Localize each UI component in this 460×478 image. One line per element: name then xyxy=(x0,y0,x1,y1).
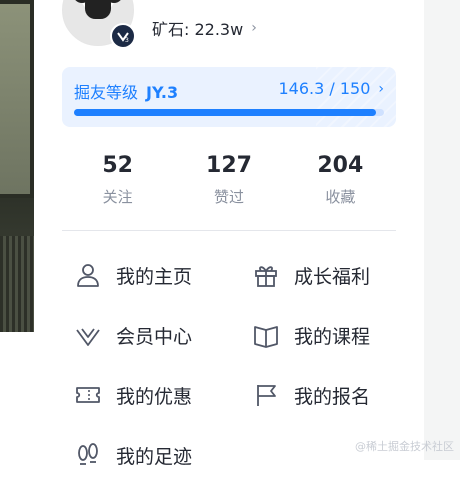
level-panel[interactable]: 掘友等级 JY.3 146.3 / 150 › xyxy=(62,67,396,127)
level-title-label: 掘友等级 xyxy=(74,83,139,102)
menu-item-my-registrations[interactable]: 我的报名 xyxy=(252,372,370,418)
stat-value: 52 xyxy=(102,153,133,178)
coupon-icon xyxy=(76,387,100,403)
page-edge xyxy=(424,0,460,460)
user-icon xyxy=(77,264,99,287)
menu-item-my-footprints[interactable]: 我的足迹 xyxy=(74,432,192,478)
menu-item-growth-benefits[interactable]: 成长福利 xyxy=(252,252,370,298)
level-progress-fill xyxy=(74,109,377,116)
book-icon xyxy=(254,326,278,348)
menu-item-label: 我的优惠 xyxy=(116,385,193,408)
level-progress-bar xyxy=(74,109,384,116)
user-menu-card: 3 矿石: 22.3w › 掘友等级 JY.3 146.3 / 150 › 52 … xyxy=(34,0,424,468)
menu-item-my-coupons[interactable]: 我的优惠 xyxy=(74,372,192,418)
level-score: 146.3 / 150 › xyxy=(278,79,384,98)
vip-icon xyxy=(76,328,100,346)
level-badge-text: 3 xyxy=(125,37,129,43)
background-window xyxy=(0,0,34,198)
gift-icon xyxy=(255,266,277,287)
divider xyxy=(62,230,396,231)
chevron-right-icon: › xyxy=(251,20,257,36)
level-score-value: 146.3 / 150 xyxy=(278,79,371,98)
stats-row: 52 关注 127 赞过 204 收藏 xyxy=(62,152,396,212)
stat-value: 127 xyxy=(206,153,252,178)
menu-item-vip-center[interactable]: 会员中心 xyxy=(74,312,192,358)
menu-item-label: 我的课程 xyxy=(294,325,371,348)
level-title: 掘友等级 JY.3 xyxy=(74,79,178,103)
level-code: JY.3 xyxy=(146,83,179,102)
menu-item-label: 我的报名 xyxy=(294,385,371,408)
ore-balance-label: 矿石: 22.3w xyxy=(152,20,244,39)
stat-label: 收藏 xyxy=(325,188,356,206)
ore-balance-link[interactable]: 矿石: 22.3w › xyxy=(152,16,257,40)
background-photo xyxy=(0,0,34,332)
watermark: @稀土掘金技术社区 xyxy=(355,440,454,453)
stat-label: 关注 xyxy=(102,188,133,206)
stat-collections[interactable]: 204 收藏 xyxy=(285,152,396,212)
menu-item-my-courses[interactable]: 我的课程 xyxy=(252,312,370,358)
panda-avatar-icon xyxy=(85,0,111,19)
stat-likes[interactable]: 127 赞过 xyxy=(173,152,284,212)
stat-following[interactable]: 52 关注 xyxy=(62,152,173,212)
menu-item-label: 我的主页 xyxy=(116,265,193,288)
stat-value: 204 xyxy=(317,153,364,178)
chevron-right-icon: › xyxy=(378,80,384,97)
menu-item-label: 会员中心 xyxy=(116,325,193,348)
background-floor xyxy=(0,236,34,332)
menu-item-homepage[interactable]: 我的主页 xyxy=(74,252,192,298)
menu-item-label: 我的足迹 xyxy=(116,445,193,468)
background-blank xyxy=(0,332,34,460)
level-badge-icon: 3 xyxy=(110,23,136,49)
flag-icon xyxy=(257,385,276,406)
footprint-icon xyxy=(78,443,98,465)
menu-item-label: 成长福利 xyxy=(294,265,371,288)
stat-label: 赞过 xyxy=(213,188,244,206)
